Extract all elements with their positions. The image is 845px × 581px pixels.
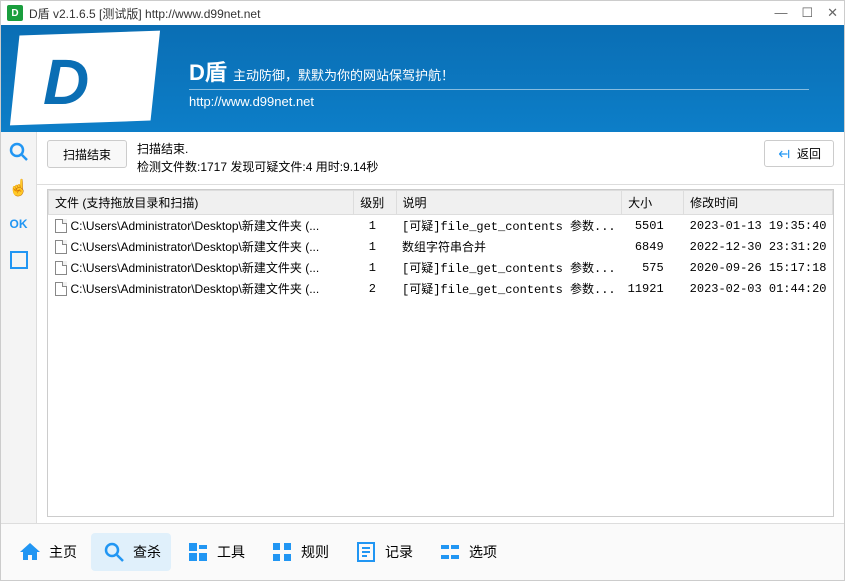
cell-size: 5501 bbox=[622, 215, 684, 237]
logo-letter: D bbox=[43, 45, 89, 119]
nav-tools-label: 工具 bbox=[217, 542, 245, 562]
cell-level: 2 bbox=[354, 278, 396, 299]
close-button[interactable]: ✕ bbox=[827, 5, 838, 21]
nav-scan-label: 查杀 bbox=[133, 542, 161, 562]
cell-level: 1 bbox=[354, 257, 396, 278]
table-row[interactable]: C:\Users\Administrator\Desktop\新建文件夹 (..… bbox=[49, 257, 833, 278]
table-row[interactable]: C:\Users\Administrator\Desktop\新建文件夹 (..… bbox=[49, 236, 833, 257]
cell-size: 11921 bbox=[622, 278, 684, 299]
tools-icon bbox=[185, 539, 211, 565]
cell-level: 1 bbox=[354, 236, 396, 257]
cell-file: C:\Users\Administrator\Desktop\新建文件夹 (..… bbox=[71, 280, 320, 297]
rules-icon bbox=[269, 539, 295, 565]
window-title: D盾 v2.1.6.5 [测试版] http://www.d99net.net bbox=[29, 5, 260, 22]
cell-size: 575 bbox=[622, 257, 684, 278]
options-icon bbox=[437, 539, 463, 565]
bottom-nav: 主页 查杀 工具 规则 记录 选项 bbox=[1, 523, 844, 580]
nav-rules[interactable]: 规则 bbox=[259, 533, 339, 571]
status-line1: 扫描结束. bbox=[137, 140, 378, 158]
cell-file: C:\Users\Administrator\Desktop\新建文件夹 (..… bbox=[71, 217, 320, 234]
file-icon bbox=[55, 282, 67, 296]
nav-rules-label: 规则 bbox=[301, 542, 329, 562]
search-icon[interactable] bbox=[7, 140, 31, 164]
banner: D D盾 主动防御，默默为你的网站保驾护航！ http://www.d99net… bbox=[1, 25, 844, 132]
file-icon bbox=[55, 261, 67, 275]
nav-tools[interactable]: 工具 bbox=[175, 533, 255, 571]
slogan: 主动防御，默默为你的网站保驾护航！ bbox=[233, 65, 454, 84]
cell-mtime: 2020-09-26 15:17:18 bbox=[684, 257, 833, 278]
file-icon bbox=[55, 219, 67, 233]
cell-desc: [可疑]file_get_contents 参数... bbox=[396, 215, 622, 237]
col-desc[interactable]: 说明 bbox=[396, 191, 622, 215]
cell-mtime: 2022-12-30 23:31:20 bbox=[684, 236, 833, 257]
col-mtime[interactable]: 修改时间 bbox=[684, 191, 833, 215]
results-table-wrap[interactable]: 文件 (支持拖放目录和扫描) 级别 说明 大小 修改时间 C:\Users\Ad… bbox=[47, 189, 834, 517]
brand-name: D盾 bbox=[189, 55, 227, 87]
back-label: 返回 bbox=[797, 145, 821, 162]
app-icon: D bbox=[7, 5, 23, 21]
cell-size: 6849 bbox=[622, 236, 684, 257]
cell-mtime: 2023-01-13 19:35:40 bbox=[684, 215, 833, 237]
scan-end-button[interactable]: 扫描结束 bbox=[47, 140, 127, 168]
home-icon bbox=[17, 539, 43, 565]
col-file[interactable]: 文件 (支持拖放目录和扫描) bbox=[49, 191, 354, 215]
brand-url: http://www.d99net.net bbox=[189, 89, 809, 109]
results-table: 文件 (支持拖放目录和扫描) 级别 说明 大小 修改时间 C:\Users\Ad… bbox=[48, 190, 833, 299]
cell-file: C:\Users\Administrator\Desktop\新建文件夹 (..… bbox=[71, 238, 320, 255]
nav-options[interactable]: 选项 bbox=[427, 533, 507, 571]
box-icon[interactable] bbox=[7, 248, 31, 272]
cell-desc: [可疑]file_get_contents 参数... bbox=[396, 257, 622, 278]
cell-desc: 数组字符串合并 bbox=[396, 236, 622, 257]
hand-icon[interactable]: ☝ bbox=[7, 176, 31, 200]
minimize-button[interactable]: — bbox=[774, 5, 787, 21]
nav-home-label: 主页 bbox=[49, 542, 77, 562]
log-icon bbox=[353, 539, 379, 565]
cell-file: C:\Users\Administrator\Desktop\新建文件夹 (..… bbox=[71, 259, 320, 276]
nav-scan[interactable]: 查杀 bbox=[91, 533, 171, 571]
nav-log-label: 记录 bbox=[385, 542, 413, 562]
table-header-row: 文件 (支持拖放目录和扫描) 级别 说明 大小 修改时间 bbox=[49, 191, 833, 215]
status-row: 扫描结束 扫描结束. 检测文件数:1717 发现可疑文件:4 用时:9.14秒 … bbox=[37, 132, 844, 185]
nav-home[interactable]: 主页 bbox=[7, 533, 87, 571]
search-icon bbox=[101, 539, 127, 565]
nav-log[interactable]: 记录 bbox=[343, 533, 423, 571]
titlebar: D D盾 v2.1.6.5 [测试版] http://www.d99net.ne… bbox=[1, 1, 844, 25]
nav-options-label: 选项 bbox=[469, 542, 497, 562]
status-line2: 检测文件数:1717 发现可疑文件:4 用时:9.14秒 bbox=[137, 158, 378, 176]
cell-level: 1 bbox=[354, 215, 396, 237]
sidebar: ☝ OK bbox=[1, 132, 37, 523]
table-row[interactable]: C:\Users\Administrator\Desktop\新建文件夹 (..… bbox=[49, 278, 833, 299]
col-size[interactable]: 大小 bbox=[622, 191, 684, 215]
maximize-button[interactable]: ☐ bbox=[801, 5, 813, 21]
cell-desc: [可疑]file_get_contents 参数... bbox=[396, 278, 622, 299]
back-button[interactable]: 返回 bbox=[764, 140, 834, 167]
ok-icon[interactable]: OK bbox=[7, 212, 31, 236]
col-level[interactable]: 级别 bbox=[354, 191, 396, 215]
cell-mtime: 2023-02-03 01:44:20 bbox=[684, 278, 833, 299]
table-row[interactable]: C:\Users\Administrator\Desktop\新建文件夹 (..… bbox=[49, 215, 833, 237]
file-icon bbox=[55, 240, 67, 254]
